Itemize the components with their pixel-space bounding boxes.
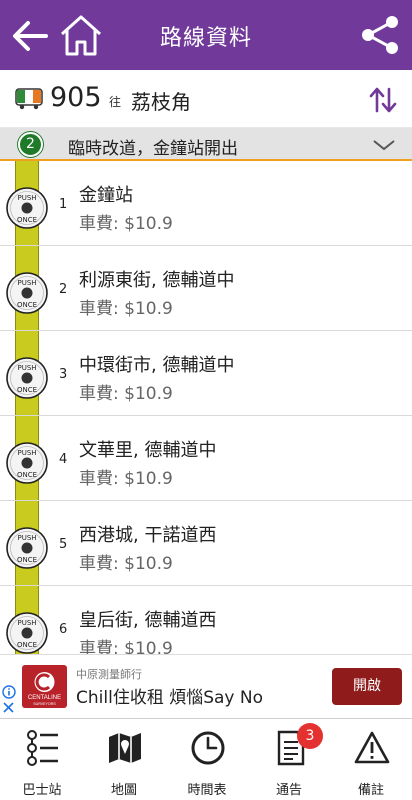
route-number: 905 bbox=[50, 82, 102, 113]
stop-fare: 車費: $10.9 bbox=[79, 214, 173, 234]
stop-sequence: 1 bbox=[59, 197, 68, 212]
push-once-button-icon[interactable]: PUSH ONCE bbox=[6, 357, 48, 399]
svg-text:CENTALINE: CENTALINE bbox=[28, 695, 61, 701]
svg-text:PUSH: PUSH bbox=[17, 534, 36, 542]
swap-direction-icon[interactable] bbox=[368, 86, 398, 114]
stop-row[interactable]: PUSH ONCE 2 利源東街, 德輔道中 車費: $10.9 bbox=[0, 246, 412, 331]
nav-timetable[interactable]: 時間表 bbox=[166, 719, 248, 800]
stop-fare: 車費: $10.9 bbox=[79, 639, 173, 654]
push-once-button-icon[interactable]: PUSH ONCE bbox=[6, 442, 48, 484]
push-once-button-icon[interactable]: PUSH ONCE bbox=[6, 272, 48, 314]
stop-name: 利源東街, 德輔道中 bbox=[79, 270, 235, 291]
map-icon bbox=[109, 733, 141, 763]
nav-label: 地圖 bbox=[110, 783, 137, 798]
nav-remarks[interactable]: 備註 bbox=[330, 719, 412, 800]
stop-fare: 車費: $10.9 bbox=[79, 384, 173, 404]
stop-fare: 車費: $10.9 bbox=[79, 469, 173, 489]
nav-notices[interactable]: 3 通告 bbox=[248, 719, 330, 800]
advertiser-name: 中原測量師行 bbox=[76, 668, 142, 681]
svg-text:PUSH: PUSH bbox=[17, 619, 36, 627]
svg-text:ONCE: ONCE bbox=[17, 216, 37, 224]
stop-fare: 車費: $10.9 bbox=[79, 554, 173, 574]
stop-name: 金鐘站 bbox=[79, 185, 133, 206]
app-header: 路線資料 bbox=[0, 0, 412, 70]
nav-map[interactable]: 地圖 bbox=[83, 719, 165, 800]
nav-label: 時間表 bbox=[187, 783, 227, 798]
chevron-down-icon[interactable] bbox=[372, 137, 396, 153]
stop-row[interactable]: PUSH ONCE 5 西港城, 干諾道西 車費: $10.9 bbox=[0, 501, 412, 586]
svg-text:ONCE: ONCE bbox=[17, 471, 37, 479]
ad-headline: Chill住收租 煩惱Say No bbox=[76, 688, 264, 708]
bus-stops-icon bbox=[27, 730, 58, 766]
svg-text:SURVEYORS: SURVEYORS bbox=[33, 702, 56, 706]
stop-row[interactable]: PUSH ONCE 3 中環街市, 德輔道中 車費: $10.9 bbox=[0, 331, 412, 416]
stop-name: 皇后街, 德輔道西 bbox=[79, 610, 217, 631]
stop-name: 中環街市, 德輔道中 bbox=[79, 355, 235, 376]
stop-row[interactable]: PUSH ONCE 1 金鐘站車費: $10.9 bbox=[0, 161, 412, 246]
stop-row[interactable]: PUSH ONCE 4 文華里, 德輔道中 車費: $10.9 bbox=[0, 416, 412, 501]
notice-count-badge: 3 bbox=[297, 723, 323, 749]
share-icon[interactable] bbox=[360, 14, 400, 56]
ad-banner[interactable]: CENTALINE SURVEYORS 中原測量師行 Chill住收租 煩惱Sa… bbox=[0, 654, 412, 718]
stop-sequence: 6 bbox=[59, 622, 68, 637]
svg-text:PUSH: PUSH bbox=[17, 449, 36, 457]
route-variant-selector[interactable]: 2 臨時改道，金鐘站開出 bbox=[0, 128, 412, 161]
stop-sequence: 4 bbox=[59, 452, 68, 467]
stop-name: 西港城, 干諾道西 bbox=[79, 525, 217, 546]
ad-close-icon[interactable] bbox=[2, 701, 15, 714]
push-once-button-icon[interactable]: PUSH ONCE bbox=[6, 187, 48, 229]
ad-open-button[interactable]: 開啟 bbox=[332, 668, 402, 705]
nav-label: 巴士站 bbox=[10, 779, 74, 800]
bus-icon bbox=[15, 88, 43, 110]
nav-label: 通告 bbox=[275, 783, 302, 798]
svg-text:ONCE: ONCE bbox=[17, 301, 37, 309]
variant-badge: 2 bbox=[18, 132, 43, 157]
warning-icon bbox=[354, 731, 390, 764]
svg-text:PUSH: PUSH bbox=[17, 279, 36, 287]
stop-row[interactable]: PUSH ONCE 6 皇后街, 德輔道西車費: $10.9 bbox=[0, 586, 412, 654]
stop-sequence: 3 bbox=[59, 367, 68, 382]
stop-list[interactable]: PUSH ONCE 1 金鐘站車費: $10.9 PUSH ONCE 2 利源東街, 德輔道中… bbox=[0, 161, 412, 654]
clock-icon bbox=[191, 731, 225, 765]
page-title: 路線資料 bbox=[159, 26, 252, 51]
stop-sequence: 5 bbox=[59, 537, 68, 552]
svg-text:PUSH: PUSH bbox=[17, 194, 36, 202]
push-once-button-icon[interactable]: PUSH ONCE bbox=[6, 527, 48, 569]
route-info: 905 往 荔枝角 bbox=[0, 70, 412, 128]
route-destination: 荔枝角 bbox=[131, 90, 191, 114]
nav-bus-stops[interactable]: 巴士站 bbox=[1, 719, 83, 800]
ad-info-icon[interactable] bbox=[2, 685, 16, 699]
stop-fare: 車費: $10.9 bbox=[79, 299, 173, 319]
bottom-nav: 巴士站 地圖 時間表 3 通告 備註 bbox=[0, 718, 412, 800]
svg-text:ONCE: ONCE bbox=[17, 641, 37, 649]
stop-sequence: 2 bbox=[59, 282, 68, 297]
advertiser-logo: CENTALINE SURVEYORS bbox=[22, 665, 67, 708]
stop-name: 文華里, 德輔道中 bbox=[79, 440, 217, 461]
svg-text:ONCE: ONCE bbox=[17, 386, 37, 394]
svg-text:ONCE: ONCE bbox=[17, 556, 37, 564]
nav-label: 備註 bbox=[357, 783, 384, 798]
to-label: 往 bbox=[109, 95, 122, 109]
variant-text: 臨時改道，金鐘站開出 bbox=[68, 139, 238, 159]
push-once-button-icon[interactable]: PUSH ONCE bbox=[6, 612, 48, 654]
svg-text:PUSH: PUSH bbox=[17, 364, 36, 372]
